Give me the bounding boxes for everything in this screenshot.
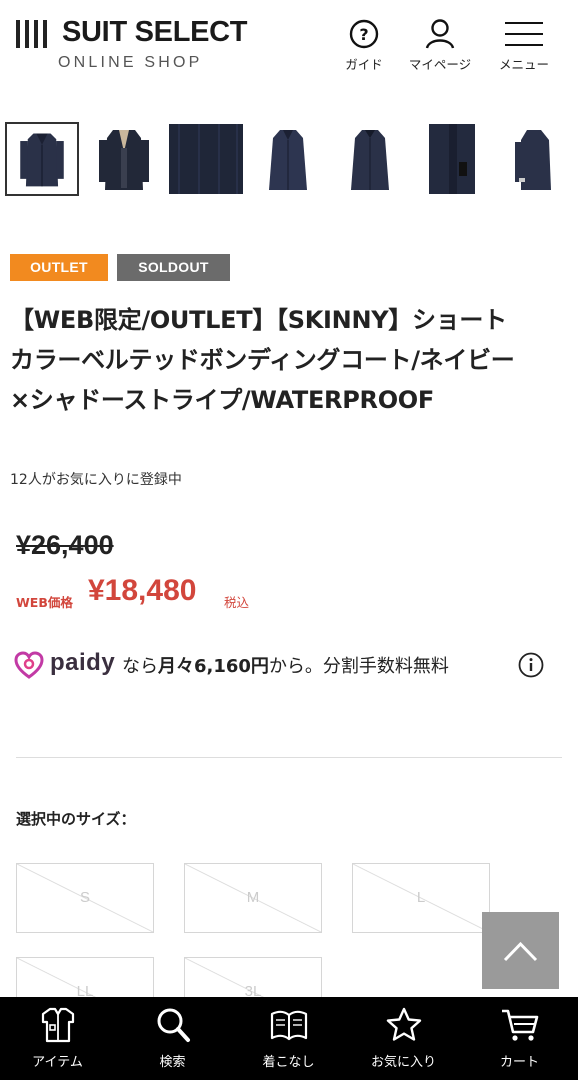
coat-detail-image: [429, 124, 475, 194]
original-price: ¥26,400: [16, 530, 114, 560]
user-icon: [425, 19, 455, 49]
bottom-nav-favorites-label: お気に入り: [370, 1055, 436, 1070]
bottom-nav-styling-label: 着こなし: [262, 1055, 315, 1070]
star-icon: [386, 1007, 422, 1041]
thumbnail-6[interactable]: [415, 122, 489, 196]
cart-icon: [502, 1009, 539, 1041]
bottom-nav-styling[interactable]: 着こなし: [231, 997, 346, 1080]
thumbnail-5[interactable]: [333, 122, 407, 196]
divider: [16, 757, 562, 758]
bottom-nav-favorites[interactable]: お気に入り: [346, 997, 461, 1080]
bottom-nav-items[interactable]: アイテム: [0, 997, 115, 1080]
hamburger-menu-icon: [505, 22, 543, 46]
size-option-label: L: [416, 889, 426, 906]
size-option-l[interactable]: L: [352, 863, 490, 933]
bottom-nav-bar: アイテム 検索 着こなし お気に入り カート: [0, 997, 578, 1080]
paidy-text: なら月々6,160円から。分割手数料無料: [122, 652, 449, 678]
thumbnail-4[interactable]: [251, 122, 325, 196]
mypage-button[interactable]: マイページ: [403, 18, 477, 73]
bottom-nav-search[interactable]: 検索: [115, 997, 230, 1080]
svg-text:?: ?: [359, 25, 368, 44]
product-title-line-3: ×シャドーストライプ/WATERPROOF: [10, 386, 434, 414]
paidy-installment-info: paidy なら月々6,160円から。分割手数料無料: [14, 649, 574, 680]
soldout-badge: SOLDOUT: [117, 254, 230, 281]
paidy-text-post: から。分割手数料無料: [268, 656, 449, 677]
search-icon: [157, 1008, 190, 1042]
paidy-text-pre: なら: [122, 656, 158, 677]
size-option-s[interactable]: S: [16, 863, 154, 933]
coat-image: [351, 130, 389, 190]
site-header: SUIT SELECT ONLINE SHOP ? ガイド マイページ メニュー: [0, 0, 578, 95]
shirt-icon: [41, 1007, 75, 1043]
mypage-label: マイページ: [408, 57, 472, 72]
selected-size-label: 選択中のサイズ：: [16, 810, 136, 828]
help-circle-icon: ?: [349, 19, 379, 49]
paidy-monthly-amount: 月々6,160円: [158, 656, 269, 677]
sale-price: ¥18,480: [88, 574, 197, 607]
book-icon: [270, 1010, 308, 1041]
bottom-nav-search-label: 検索: [159, 1055, 186, 1070]
coat-image: [20, 133, 64, 187]
size-option-label: M: [246, 889, 260, 906]
menu-button[interactable]: メニュー: [487, 18, 561, 73]
coat-image: [269, 130, 307, 190]
bottom-nav-cart[interactable]: カート: [462, 997, 577, 1080]
logo-name: SUIT SELECT: [62, 16, 248, 48]
product-title-line-1: 【WEB限定/OUTLET】【SKINNY】ショート: [10, 306, 507, 334]
paidy-brand: paidy: [50, 649, 116, 676]
product-title-line-2: カラーベルテッドボンディングコート/ネイビー: [10, 346, 515, 374]
thumbnail-2[interactable]: [87, 122, 161, 196]
back-to-top-button[interactable]: [482, 912, 559, 989]
info-icon[interactable]: [518, 652, 544, 678]
paidy-logo-icon: [14, 651, 44, 679]
guide-label: ガイド: [345, 57, 383, 72]
thumbnail-7[interactable]: [497, 122, 571, 196]
logo-subtitle: ONLINE SHOP: [58, 54, 203, 71]
guide-button[interactable]: ? ガイド: [327, 18, 401, 73]
outlet-badge: OUTLET: [10, 254, 108, 281]
size-option-m[interactable]: M: [184, 863, 322, 933]
bottom-nav-items-label: アイテム: [32, 1055, 83, 1070]
thumbnail-1[interactable]: [5, 122, 79, 196]
product-title: 【WEB限定/OUTLET】【SKINNY】ショート カラーベルテッドボンディン…: [10, 300, 570, 420]
chevron-up-icon: [503, 941, 538, 962]
tax-included-label: 税込: [224, 595, 250, 610]
menu-label: メニュー: [498, 57, 549, 72]
thumbnail-strip: [0, 118, 578, 198]
bottom-nav-cart-label: カート: [499, 1055, 539, 1070]
thumbnail-3[interactable]: [169, 122, 243, 196]
favorite-count: 12人がお気に入りに登録中: [10, 472, 182, 488]
coat-image: [99, 130, 149, 190]
fabric-image: [169, 124, 243, 194]
logo-bars-icon: [16, 20, 50, 50]
coat-image: [515, 130, 551, 190]
size-option-label: S: [79, 889, 90, 906]
web-price-label: WEB価格: [16, 595, 73, 610]
